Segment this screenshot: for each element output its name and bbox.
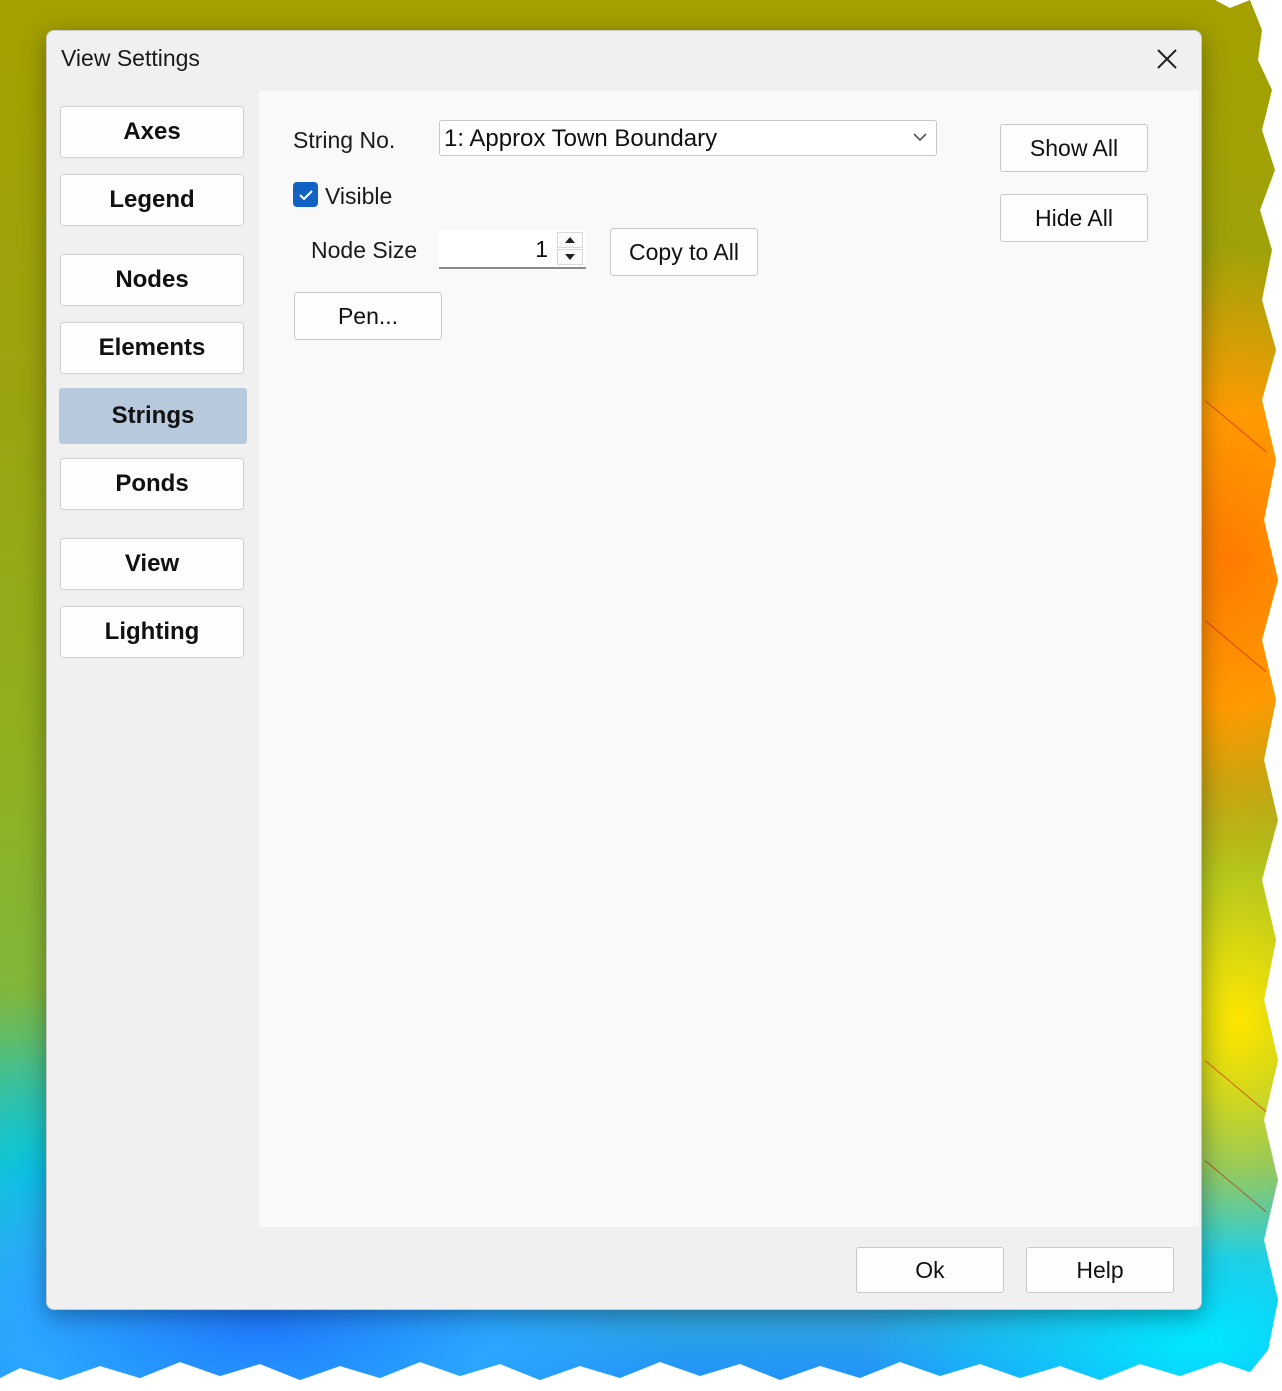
ok-button[interactable]: Ok: [856, 1247, 1004, 1293]
string-no-value: 1: Approx Town Boundary: [444, 125, 718, 152]
view-settings-dialog: View Settings Axes Legend Nodes Elements…: [46, 30, 1202, 1310]
node-size-label: Node Size: [311, 237, 418, 263]
string-no-label: String No.: [293, 127, 396, 153]
close-button[interactable]: [1147, 41, 1187, 77]
nav-axes-button[interactable]: Axes: [60, 106, 244, 158]
visible-label: Visible: [325, 183, 393, 209]
node-size-value: 1: [535, 236, 548, 262]
spin-up-icon: [565, 237, 575, 243]
nav-lighting-button[interactable]: Lighting: [60, 606, 244, 658]
chevron-down-icon: [913, 133, 927, 142]
spin-down-button[interactable]: [557, 249, 583, 265]
nav-nodes-button[interactable]: Nodes: [60, 254, 244, 306]
close-icon: [1157, 49, 1177, 69]
string-no-dropdown[interactable]: 1: Approx Town Boundary: [439, 120, 937, 156]
strings-settings-panel: String No. 1: Approx Town Boundary Visib…: [259, 91, 1199, 1227]
node-size-spinbox[interactable]: 1: [439, 230, 586, 269]
show-all-button[interactable]: Show All: [1000, 124, 1148, 172]
nav-view-button[interactable]: View: [60, 538, 244, 590]
help-button[interactable]: Help: [1026, 1247, 1174, 1293]
hide-all-button[interactable]: Hide All: [1000, 194, 1148, 242]
spin-up-button[interactable]: [557, 232, 583, 248]
nav-strings-button[interactable]: Strings: [59, 388, 247, 444]
nav-elements-button[interactable]: Elements: [60, 322, 244, 374]
spin-down-icon: [565, 254, 575, 260]
dialog-title: View Settings: [61, 45, 200, 71]
check-icon: [298, 189, 313, 200]
nav-legend-button[interactable]: Legend: [60, 174, 244, 226]
pen-button[interactable]: Pen...: [294, 292, 442, 340]
copy-to-all-button[interactable]: Copy to All: [610, 228, 758, 276]
visible-checkbox[interactable]: [293, 182, 318, 207]
nav-ponds-button[interactable]: Ponds: [60, 458, 244, 510]
